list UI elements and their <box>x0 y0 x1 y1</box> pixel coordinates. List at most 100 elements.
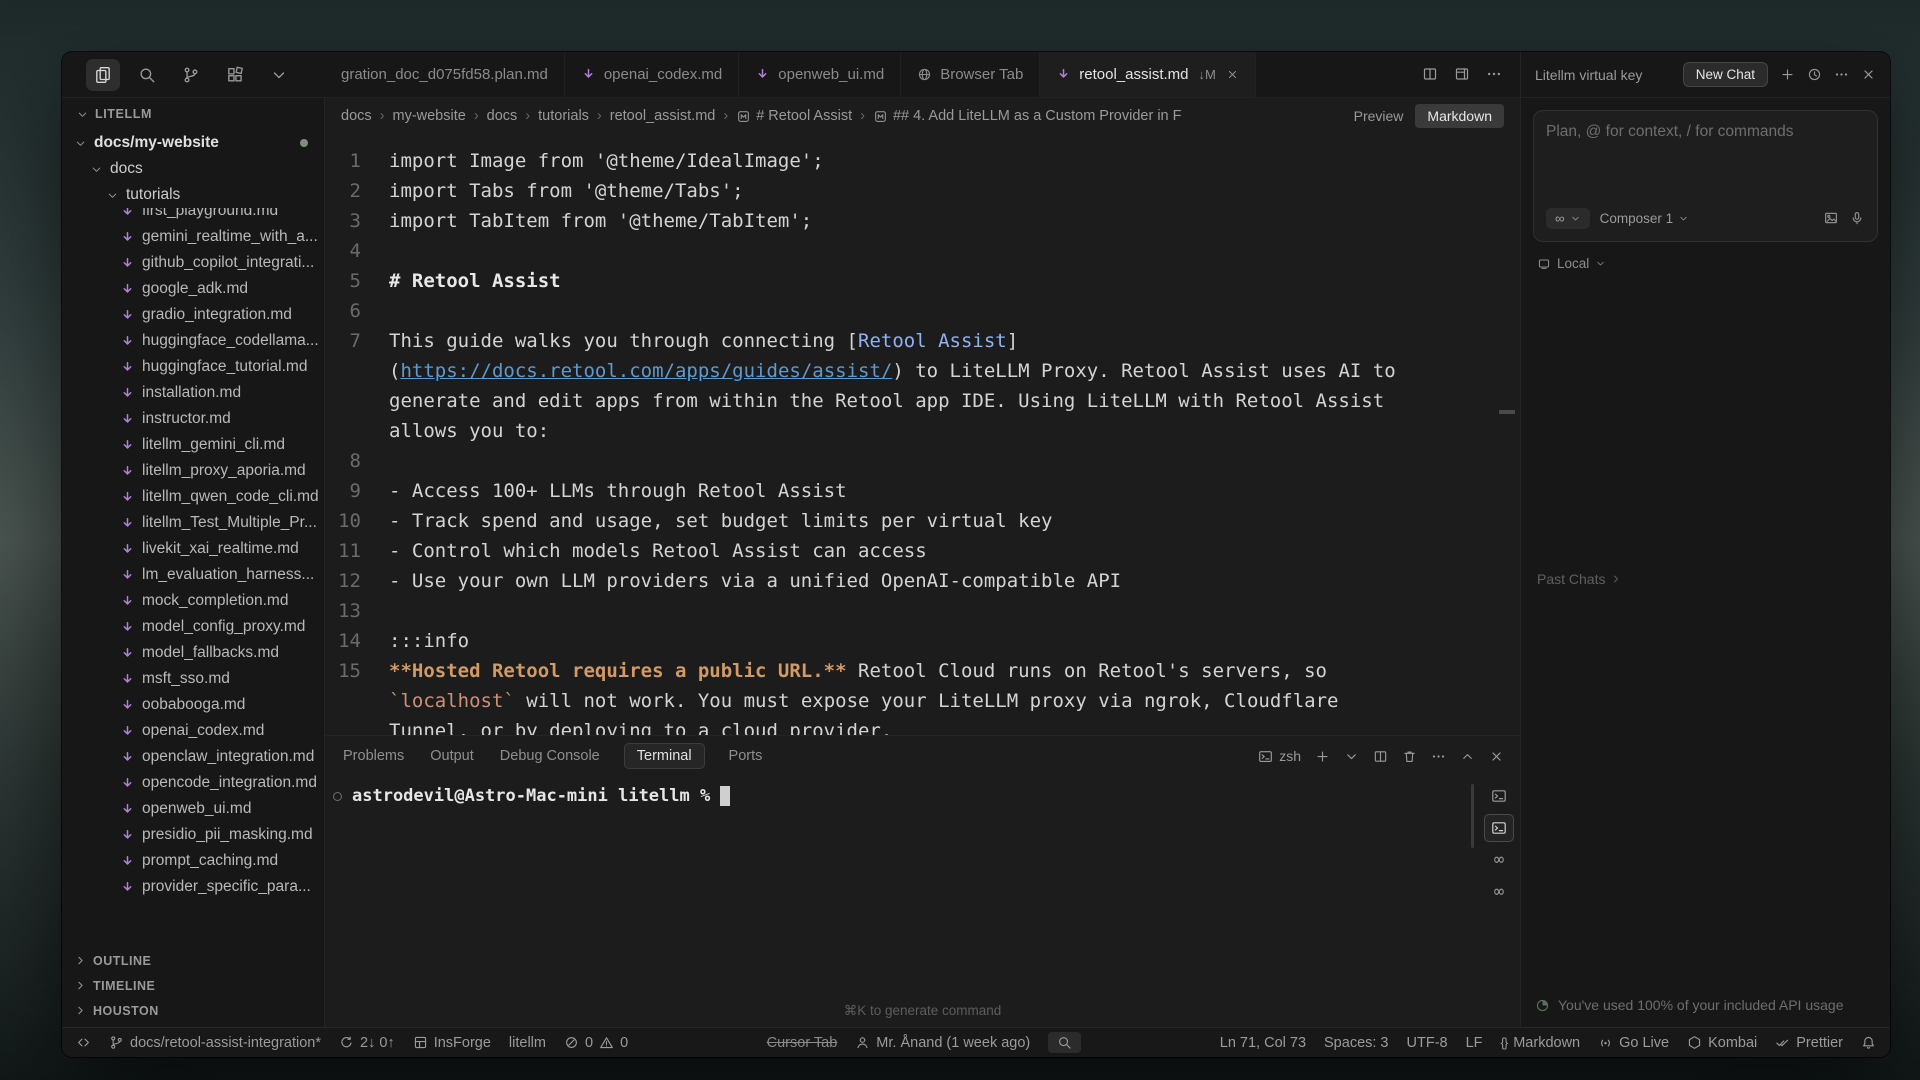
file-msft-sso-md[interactable]: msft_sso.md <box>62 666 324 692</box>
workspace-header[interactable]: LITELLM <box>62 98 324 130</box>
go-live[interactable]: Go Live <box>1598 1035 1669 1051</box>
file-installation-md[interactable]: installation.md <box>62 380 324 406</box>
local-selector[interactable]: Local <box>1533 256 1878 271</box>
breadcrumb-item-retool-assist[interactable]: # Retool Assist <box>736 108 852 124</box>
panel-tab-ports[interactable]: Ports <box>727 744 765 768</box>
chat-tab-title[interactable]: Litellm virtual key <box>1535 67 1671 83</box>
section-outline[interactable]: OUTLINE <box>62 948 324 973</box>
breadcrumb-item-docs[interactable]: docs <box>341 108 372 124</box>
file-livekit-xai-realtime-md[interactable]: livekit_xai_realtime.md <box>62 536 324 562</box>
model-selector[interactable]: ∞ <box>1546 208 1590 229</box>
notifications[interactable] <box>1861 1035 1876 1050</box>
file-mock-completion-md[interactable]: mock_completion.md <box>62 588 324 614</box>
tab-openai-codex-md[interactable]: openai_codex.md <box>565 52 739 97</box>
panel-tab-terminal[interactable]: Terminal <box>624 743 705 769</box>
tab-openweb-ui-md[interactable]: openweb_ui.md <box>739 52 901 97</box>
folder-docs[interactable]: docs <box>62 156 324 182</box>
terminal-scrollbar[interactable] <box>1471 784 1474 848</box>
activity-explorer[interactable] <box>86 59 120 91</box>
split-terminal[interactable] <box>1373 749 1388 764</box>
terminal-instance-1[interactable] <box>1484 782 1514 810</box>
file-huggingface-tutorial-md[interactable]: huggingface_tutorial.md <box>62 354 324 380</box>
past-chats[interactable]: Past Chats <box>1533 571 1878 587</box>
file-huggingface-codellama[interactable]: huggingface_codellama... <box>62 328 324 354</box>
preview-button[interactable]: Preview <box>1354 108 1404 124</box>
section-houston[interactable]: HOUSTON <box>62 998 324 1023</box>
split-editor[interactable] <box>1422 66 1438 84</box>
search-button[interactable] <box>1048 1032 1081 1053</box>
tab-retool-assist-md[interactable]: retool_assist.md↓M <box>1040 52 1256 97</box>
prettier[interactable]: Prettier <box>1775 1035 1843 1051</box>
file-openweb-ui-md[interactable]: openweb_ui.md <box>62 796 324 822</box>
terminal-instance-2[interactable] <box>1484 814 1514 842</box>
breadcrumb-item-my-website[interactable]: my-website <box>392 108 465 124</box>
encoding[interactable]: UTF-8 <box>1407 1035 1448 1051</box>
add-chat[interactable] <box>1780 66 1795 84</box>
problems[interactable]: 00 <box>564 1035 628 1051</box>
file-openclaw-integration-md[interactable]: openclaw_integration.md <box>62 744 324 770</box>
code-editor[interactable]: 1import Image from '@theme/IdealImage';2… <box>325 134 1520 735</box>
file-gemini-realtime-with-a[interactable]: gemini_realtime_with_a... <box>62 224 324 250</box>
terminal-body[interactable]: astrodevil@Astro-Mac-mini litellm % ∞∞ <box>325 776 1520 1003</box>
file-model-fallbacks-md[interactable]: model_fallbacks.md <box>62 640 324 666</box>
file-litellm-test-multiple-pr[interactable]: litellm_Test_Multiple_Pr... <box>62 510 324 536</box>
litellm-status[interactable]: litellm <box>509 1035 546 1051</box>
cursor-tab-toggle[interactable]: Cursor Tab <box>767 1035 838 1051</box>
file-openai-codex-md[interactable]: openai_codex.md <box>62 718 324 744</box>
activity-more-views[interactable] <box>262 59 296 91</box>
file-github-copilot-integrati[interactable]: github_copilot_integrati... <box>62 250 324 276</box>
new-terminal[interactable] <box>1315 749 1330 764</box>
cursor-position[interactable]: Ln 71, Col 73 <box>1220 1035 1306 1051</box>
eol[interactable]: LF <box>1466 1035 1483 1051</box>
breadcrumb-item-4-add-litellm-as-a-custom-provider-in-f[interactable]: ## 4. Add LiteLLM as a Custom Provider i… <box>873 108 1182 124</box>
folder-docs-my-website[interactable]: docs/my-website <box>62 130 324 156</box>
breadcrumb-item-tutorials[interactable]: tutorials <box>538 108 589 124</box>
remote-indicator[interactable] <box>76 1035 91 1050</box>
kombai[interactable]: Kombai <box>1687 1035 1757 1051</box>
git-branch[interactable]: docs/retool-assist-integration* <box>109 1035 321 1051</box>
chat-input[interactable]: Plan, @ for context, / for commands ∞ Co… <box>1533 110 1878 242</box>
file-prompt-caching-md[interactable]: prompt_caching.md <box>62 848 324 874</box>
close-tab-button[interactable] <box>1226 68 1239 81</box>
voice-input[interactable] <box>1849 210 1865 228</box>
folder-tutorials[interactable]: tutorials <box>62 182 324 208</box>
file-litellm-qwen-code-cli-md[interactable]: litellm_qwen_code_cli.md <box>62 484 324 510</box>
more-actions[interactable] <box>1486 66 1502 84</box>
file-presidio-pii-masking-md[interactable]: presidio_pii_masking.md <box>62 822 324 848</box>
close-panel[interactable] <box>1489 749 1504 764</box>
attach-image[interactable] <box>1823 210 1839 228</box>
tab-gration-doc-d075fd58-plan-md[interactable]: gration_doc_d075fd58.plan.md <box>325 52 565 97</box>
terminal-more[interactable] <box>1431 749 1446 764</box>
kill-terminal[interactable] <box>1402 749 1417 764</box>
composer-selector[interactable]: Composer 1 <box>1600 211 1690 226</box>
close-chat[interactable] <box>1861 66 1876 84</box>
section-timeline[interactable]: TIMELINE <box>62 973 324 998</box>
file-instructor-md[interactable]: instructor.md <box>62 406 324 432</box>
maximize-panel[interactable] <box>1460 749 1475 764</box>
terminal-profile-dropdown[interactable] <box>1344 749 1359 764</box>
editor-scrollbar[interactable] <box>1499 410 1515 414</box>
activity-extensions[interactable] <box>218 59 252 91</box>
file-lm-evaluation-harness[interactable]: lm_evaluation_harness... <box>62 562 324 588</box>
git-blame[interactable]: Mr. Ånand (1 week ago) <box>855 1035 1030 1051</box>
panel-tab-debug-console[interactable]: Debug Console <box>498 744 602 768</box>
file-model-config-proxy-md[interactable]: model_config_proxy.md <box>62 614 324 640</box>
indentation[interactable]: Spaces: 3 <box>1324 1035 1389 1051</box>
markdown-button[interactable]: Markdown <box>1415 104 1504 128</box>
composer-instance-1[interactable]: ∞ <box>1484 846 1514 874</box>
language-mode[interactable]: {}Markdown <box>1501 1035 1581 1051</box>
customize-layout[interactable] <box>1454 66 1470 84</box>
git-sync[interactable]: 2↓ 0↑ <box>339 1035 395 1051</box>
breadcrumb-item-retool-assist-md[interactable]: retool_assist.md <box>610 108 716 124</box>
chat-more[interactable] <box>1834 66 1849 84</box>
file-google-adk-md[interactable]: google_adk.md <box>62 276 324 302</box>
file-litellm-gemini-cli-md[interactable]: litellm_gemini_cli.md <box>62 432 324 458</box>
file-gradio-integration-md[interactable]: gradio_integration.md <box>62 302 324 328</box>
file-provider-specific-para[interactable]: provider_specific_para... <box>62 874 324 900</box>
panel-tab-output[interactable]: Output <box>428 744 476 768</box>
insforge[interactable]: InsForge <box>413 1035 491 1051</box>
file-opencode-integration-md[interactable]: opencode_integration.md <box>62 770 324 796</box>
chat-history[interactable] <box>1807 66 1822 84</box>
breadcrumb-item-docs[interactable]: docs <box>487 108 518 124</box>
shell-selector[interactable]: zsh <box>1258 748 1301 764</box>
